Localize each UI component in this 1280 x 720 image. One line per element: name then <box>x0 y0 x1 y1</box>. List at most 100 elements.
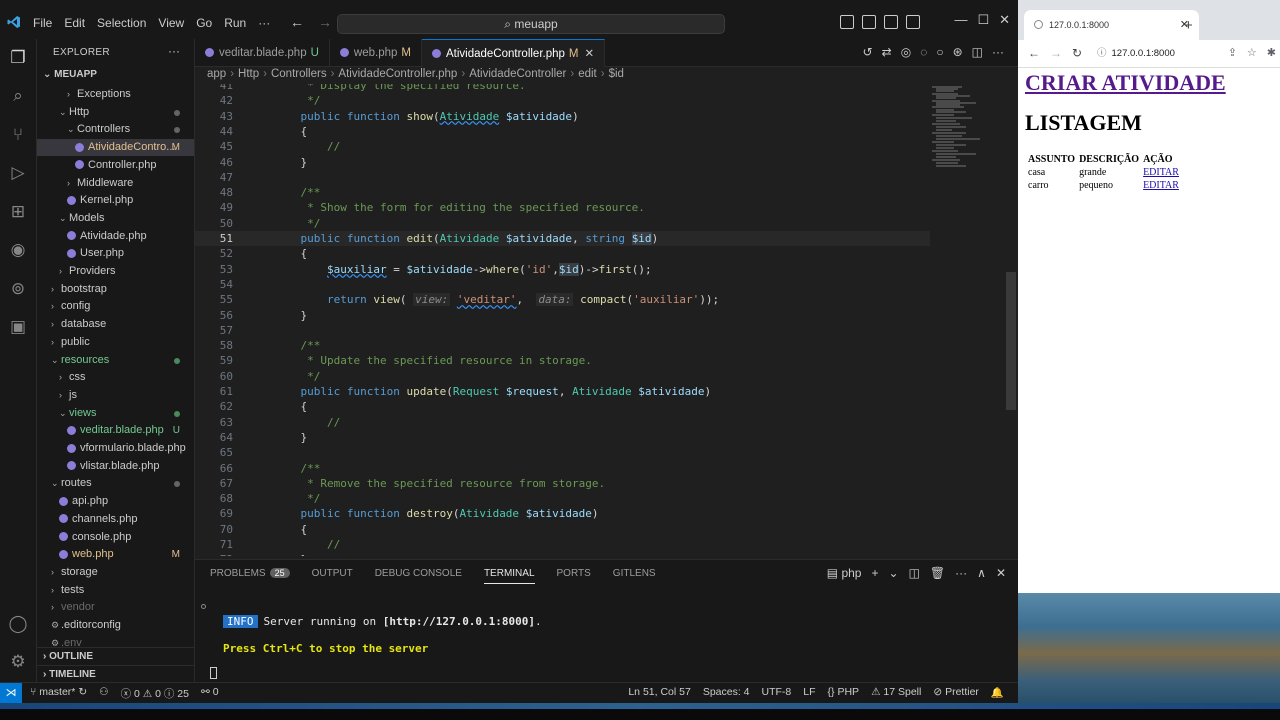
cursor-position[interactable]: Ln 51, Col 57 <box>628 686 690 699</box>
folder-item[interactable]: › Providers <box>37 263 194 280</box>
branch-status[interactable]: ⑂ master* ↻ <box>30 686 87 701</box>
code-line[interactable]: 70 { <box>195 522 930 537</box>
menu-item[interactable]: File <box>33 16 61 30</box>
folder-item[interactable]: ⌄ routes <box>37 475 194 492</box>
folder-item[interactable]: › vendor <box>37 599 194 616</box>
terminal-cursor[interactable] <box>210 667 217 679</box>
code-line[interactable]: 51 public function edit(Atividade $ativi… <box>195 231 930 247</box>
folder-item[interactable]: ⌄ Http <box>37 104 194 121</box>
close-panel-icon[interactable]: ✕ <box>996 566 1006 580</box>
close-tab-icon[interactable]: ✕ <box>585 48 595 60</box>
breadcrumb-item[interactable]: AtividadeController <box>469 68 566 80</box>
language-mode[interactable]: {} PHP <box>828 686 860 699</box>
more-actions-icon[interactable]: ··· <box>955 566 967 580</box>
menu-item[interactable]: Edit <box>64 16 94 30</box>
split-terminal-icon[interactable]: ◫ <box>909 566 920 580</box>
file-item[interactable]: vlistar.blade.php <box>37 458 194 475</box>
forward-arrow-icon[interactable]: → <box>318 14 332 30</box>
code-line[interactable]: 54 <box>195 277 930 292</box>
split-editor-icon[interactable]: ◫ <box>972 45 983 59</box>
search-icon[interactable]: ⌕ <box>7 85 29 107</box>
folder-item[interactable]: › tests <box>37 582 194 599</box>
bookmark-star-icon[interactable]: ☆ <box>1247 46 1257 59</box>
folder-item[interactable]: › database <box>37 316 194 333</box>
code-line[interactable]: 62 { <box>195 399 930 414</box>
editor-tab[interactable]: web.php M <box>330 39 422 67</box>
folder-item[interactable]: › config <box>37 298 194 315</box>
folder-item[interactable]: › js <box>37 387 194 404</box>
file-item[interactable]: Controller.php <box>37 157 194 174</box>
compare-icon[interactable]: ⇄ <box>882 45 892 59</box>
code-line[interactable]: 59 * Update the specified resource in st… <box>195 353 930 368</box>
code-line[interactable]: 57 <box>195 323 930 338</box>
command-center-search[interactable]: ⌕ meuapp <box>337 14 725 34</box>
extensions-puzzle-icon[interactable]: ✱ <box>1267 46 1276 59</box>
file-item[interactable]: web.php M <box>37 546 194 563</box>
breadcrumb-item[interactable]: Http <box>238 68 259 80</box>
code-editor[interactable]: 41 * Display the specified resource. 42 *… <box>195 84 930 556</box>
folder-item[interactable]: › Exceptions <box>37 86 194 103</box>
file-item[interactable]: User.php <box>37 245 194 262</box>
site-info-icon[interactable]: ⓘ <box>1097 48 1107 59</box>
terminal-icon[interactable]: ▤ php <box>827 566 862 580</box>
toggle-primary-sidebar-icon[interactable] <box>840 15 854 29</box>
maximize-icon[interactable]: ☐ <box>977 12 989 28</box>
code-line[interactable]: 60 */ <box>195 369 930 384</box>
toggle-panel-icon[interactable] <box>862 15 876 29</box>
folder-item[interactable]: › public <box>37 334 194 351</box>
problems-status[interactable]: ⓧ 0 ⚠ 0 ⓘ 25 <box>121 686 189 701</box>
file-item[interactable]: console.php <box>37 529 194 546</box>
breadcrumb-item[interactable]: edit <box>578 68 597 80</box>
remote-indicator-icon[interactable]: ⋊ <box>0 683 22 704</box>
menu-item[interactable]: View <box>158 16 193 30</box>
code-line[interactable]: 45 // <box>195 139 930 154</box>
code-line[interactable]: 65 <box>195 445 930 460</box>
more-actions-icon[interactable]: ··· <box>992 45 1004 59</box>
address-bar[interactable]: ⓘ 127.0.0.1:8000 <box>1097 44 1247 64</box>
folder-item[interactable]: ⌄ Models <box>37 210 194 227</box>
git-graph-icon[interactable]: ⊛ <box>953 45 963 59</box>
back-arrow-icon[interactable]: ← <box>1028 46 1040 60</box>
code-line[interactable]: 66 /** <box>195 461 930 476</box>
settings-gear-icon[interactable]: ⚙ <box>7 651 29 673</box>
code-line[interactable]: 58 /** <box>195 338 930 353</box>
notifications-bell-icon[interactable]: 🔔 <box>991 686 1004 699</box>
trash-icon[interactable]: 🗑 <box>930 566 945 580</box>
chevron-down-icon[interactable]: ⌄ <box>889 566 899 580</box>
share-icon[interactable]: ⇪ <box>1228 46 1237 59</box>
code-line[interactable]: 53 $auxiliar = $atividade->where('id',$i… <box>195 262 930 277</box>
docker-icon[interactable]: ▣ <box>7 316 29 338</box>
ports-status[interactable]: ⚯ 0 <box>201 686 219 701</box>
breadcrumb-item[interactable]: Controllers <box>271 68 327 80</box>
edit-link[interactable]: EDITAR <box>1143 180 1179 191</box>
maximize-panel-icon[interactable]: ∧ <box>977 566 986 580</box>
menu-item[interactable]: ··· <box>258 16 279 30</box>
panel-tab[interactable]: GITLENS <box>613 568 656 584</box>
code-line[interactable]: 46 } <box>195 155 930 170</box>
create-activity-link[interactable]: CRIAR ATIVIDADE <box>1025 70 1226 96</box>
history-icon[interactable]: ↺ <box>863 45 873 59</box>
source-control-icon[interactable]: ⑂ <box>7 124 29 146</box>
editor-scrollbar[interactable] <box>1006 272 1016 410</box>
extensions-icon[interactable]: ⊞ <box>7 201 29 223</box>
editor-tab[interactable]: veditar.blade.php U <box>195 39 330 67</box>
minimap[interactable] <box>930 84 1006 184</box>
gitlens-icon[interactable]: ◉ <box>7 239 29 261</box>
code-line[interactable]: 42 */ <box>195 93 930 108</box>
folder-item[interactable]: › Middleware <box>37 175 194 192</box>
panel-tab[interactable]: PROBLEMS 25 <box>210 568 290 584</box>
toggle-secondary-sidebar-icon[interactable] <box>884 15 898 29</box>
file-item[interactable]: vformulario.blade.php <box>37 440 194 457</box>
ext-status-icon[interactable]: ⚇ <box>99 686 108 701</box>
panel-tab[interactable]: TERMINAL <box>483 568 535 584</box>
encoding[interactable]: UTF-8 <box>762 686 792 699</box>
file-item[interactable]: Atividade.php <box>37 228 194 245</box>
code-line[interactable]: 68 */ <box>195 491 930 506</box>
indentation[interactable]: Spaces: 4 <box>703 686 750 699</box>
code-line[interactable]: 50 */ <box>195 216 930 231</box>
remote-explorer-icon[interactable]: ⊚ <box>7 278 29 300</box>
breadcrumb-item[interactable]: $id <box>609 68 624 80</box>
account-icon[interactable]: ◯ <box>7 613 29 635</box>
workspace-root[interactable]: ⌄ MEUAPP <box>43 69 97 80</box>
close-window-icon[interactable]: ✕ <box>999 12 1010 28</box>
